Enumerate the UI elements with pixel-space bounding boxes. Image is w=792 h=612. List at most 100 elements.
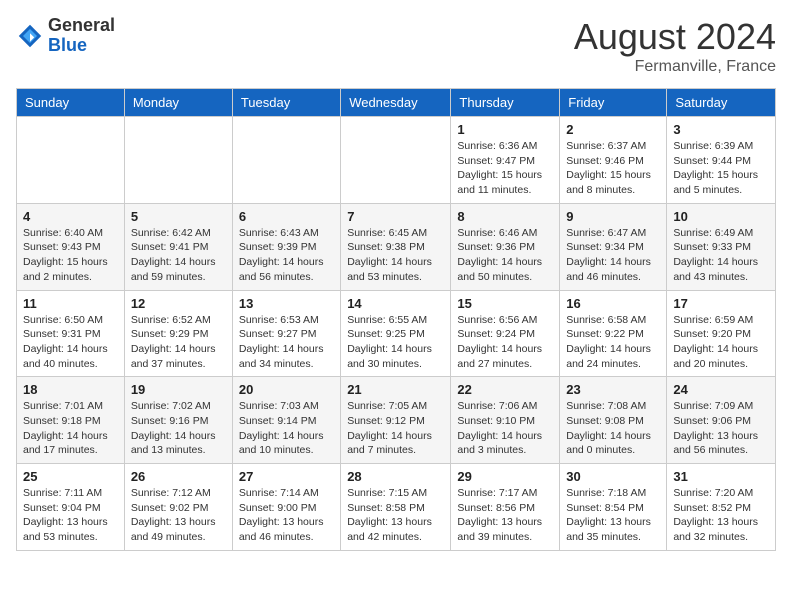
day-info: Sunrise: 7:14 AM Sunset: 9:00 PM Dayligh… (239, 486, 334, 545)
weekday-header: Friday (560, 89, 667, 117)
weekday-header: Thursday (451, 89, 560, 117)
calendar-cell: 19Sunrise: 7:02 AM Sunset: 9:16 PM Dayli… (124, 377, 232, 464)
day-info: Sunrise: 7:03 AM Sunset: 9:14 PM Dayligh… (239, 399, 334, 458)
calendar-cell: 28Sunrise: 7:15 AM Sunset: 8:58 PM Dayli… (341, 464, 451, 551)
day-number: 27 (239, 469, 334, 484)
calendar-cell (124, 117, 232, 204)
day-number: 16 (566, 296, 660, 311)
title-block: August 2024 Fermanville, France (574, 16, 776, 76)
calendar-cell: 2 Sunrise: 6:37 AM Sunset: 9:46 PM Daylig… (560, 117, 667, 204)
calendar-cell (232, 117, 340, 204)
calendar-cell: 14 Sunrise: 6:55 AM Sunset: 9:25 PM Dayli… (341, 290, 451, 377)
day-number: 7 (347, 209, 444, 224)
day-number: 13 (239, 296, 334, 311)
weekday-header-row: SundayMondayTuesdayWednesdayThursdayFrid… (17, 89, 776, 117)
calendar-cell: 22Sunrise: 7:06 AM Sunset: 9:10 PM Dayli… (451, 377, 560, 464)
calendar-cell: 16 Sunrise: 6:58 AM Sunset: 9:22 PM Dayli… (560, 290, 667, 377)
calendar-cell: 8 Sunrise: 6:46 AM Sunset: 9:36 PM Daylig… (451, 203, 560, 290)
month-year: August 2024 (574, 16, 776, 58)
day-info: Sunrise: 7:20 AM Sunset: 8:52 PM Dayligh… (673, 486, 769, 545)
day-info: Sunrise: 7:08 AM Sunset: 9:08 PM Dayligh… (566, 399, 660, 458)
day-number: 1 (457, 122, 553, 137)
calendar-cell: 9Sunrise: 6:47 AM Sunset: 9:34 PM Daylig… (560, 203, 667, 290)
calendar-cell: 21 Sunrise: 7:05 AM Sunset: 9:12 PM Dayli… (341, 377, 451, 464)
day-number: 6 (239, 209, 334, 224)
day-info: Sunrise: 7:05 AM Sunset: 9:12 PM Dayligh… (347, 399, 444, 458)
calendar-cell: 6Sunrise: 6:43 AM Sunset: 9:39 PM Daylig… (232, 203, 340, 290)
weekday-header: Monday (124, 89, 232, 117)
calendar-cell: 25Sunrise: 7:11 AM Sunset: 9:04 PM Dayli… (17, 464, 125, 551)
calendar-week-row: 4 Sunrise: 6:40 AM Sunset: 9:43 PM Daylig… (17, 203, 776, 290)
calendar-cell: 24Sunrise: 7:09 AM Sunset: 9:06 PM Dayli… (667, 377, 776, 464)
day-info: Sunrise: 6:58 AM Sunset: 9:22 PM Dayligh… (566, 313, 660, 372)
logo: General Blue (16, 16, 115, 56)
day-info: Sunrise: 6:40 AM Sunset: 9:43 PM Dayligh… (23, 226, 118, 285)
day-number: 9 (566, 209, 660, 224)
day-info: Sunrise: 7:18 AM Sunset: 8:54 PM Dayligh… (566, 486, 660, 545)
calendar-cell: 31 Sunrise: 7:20 AM Sunset: 8:52 PM Dayli… (667, 464, 776, 551)
day-info: Sunrise: 6:59 AM Sunset: 9:20 PM Dayligh… (673, 313, 769, 372)
day-info: Sunrise: 7:01 AM Sunset: 9:18 PM Dayligh… (23, 399, 118, 458)
weekday-header: Saturday (667, 89, 776, 117)
day-number: 17 (673, 296, 769, 311)
calendar-table: SundayMondayTuesdayWednesdayThursdayFrid… (16, 88, 776, 551)
calendar-cell: 11Sunrise: 6:50 AM Sunset: 9:31 PM Dayli… (17, 290, 125, 377)
calendar-cell (17, 117, 125, 204)
day-number: 15 (457, 296, 553, 311)
day-number: 31 (673, 469, 769, 484)
day-info: Sunrise: 6:36 AM Sunset: 9:47 PM Dayligh… (457, 139, 553, 198)
day-info: Sunrise: 6:52 AM Sunset: 9:29 PM Dayligh… (131, 313, 226, 372)
calendar-cell: 10Sunrise: 6:49 AM Sunset: 9:33 PM Dayli… (667, 203, 776, 290)
weekday-header: Wednesday (341, 89, 451, 117)
calendar-week-row: 25Sunrise: 7:11 AM Sunset: 9:04 PM Dayli… (17, 464, 776, 551)
day-number: 26 (131, 469, 226, 484)
day-info: Sunrise: 6:39 AM Sunset: 9:44 PM Dayligh… (673, 139, 769, 198)
calendar-cell: 26 Sunrise: 7:12 AM Sunset: 9:02 PM Dayli… (124, 464, 232, 551)
day-number: 5 (131, 209, 226, 224)
day-info: Sunrise: 6:55 AM Sunset: 9:25 PM Dayligh… (347, 313, 444, 372)
day-info: Sunrise: 6:45 AM Sunset: 9:38 PM Dayligh… (347, 226, 444, 285)
calendar-cell: 27 Sunrise: 7:14 AM Sunset: 9:00 PM Dayli… (232, 464, 340, 551)
calendar-cell: 23Sunrise: 7:08 AM Sunset: 9:08 PM Dayli… (560, 377, 667, 464)
calendar-cell: 7 Sunrise: 6:45 AM Sunset: 9:38 PM Daylig… (341, 203, 451, 290)
day-info: Sunrise: 6:37 AM Sunset: 9:46 PM Dayligh… (566, 139, 660, 198)
day-info: Sunrise: 6:50 AM Sunset: 9:31 PM Dayligh… (23, 313, 118, 372)
calendar-cell: 12Sunrise: 6:52 AM Sunset: 9:29 PM Dayli… (124, 290, 232, 377)
day-number: 4 (23, 209, 118, 224)
calendar-week-row: 11Sunrise: 6:50 AM Sunset: 9:31 PM Dayli… (17, 290, 776, 377)
calendar-cell: 30 Sunrise: 7:18 AM Sunset: 8:54 PM Dayli… (560, 464, 667, 551)
calendar-cell: 15Sunrise: 6:56 AM Sunset: 9:24 PM Dayli… (451, 290, 560, 377)
calendar-cell (341, 117, 451, 204)
day-info: Sunrise: 6:46 AM Sunset: 9:36 PM Dayligh… (457, 226, 553, 285)
logo-text: General Blue (48, 16, 115, 56)
day-number: 29 (457, 469, 553, 484)
calendar-cell: 17 Sunrise: 6:59 AM Sunset: 9:20 PM Dayli… (667, 290, 776, 377)
weekday-header: Sunday (17, 89, 125, 117)
calendar-cell: 13Sunrise: 6:53 AM Sunset: 9:27 PM Dayli… (232, 290, 340, 377)
day-number: 21 (347, 382, 444, 397)
day-info: Sunrise: 7:17 AM Sunset: 8:56 PM Dayligh… (457, 486, 553, 545)
day-number: 18 (23, 382, 118, 397)
calendar-cell: 20 Sunrise: 7:03 AM Sunset: 9:14 PM Dayli… (232, 377, 340, 464)
calendar-cell: 3 Sunrise: 6:39 AM Sunset: 9:44 PM Daylig… (667, 117, 776, 204)
day-info: Sunrise: 7:09 AM Sunset: 9:06 PM Dayligh… (673, 399, 769, 458)
day-number: 25 (23, 469, 118, 484)
day-info: Sunrise: 7:12 AM Sunset: 9:02 PM Dayligh… (131, 486, 226, 545)
calendar-cell: 1 Sunrise: 6:36 AM Sunset: 9:47 PM Daylig… (451, 117, 560, 204)
day-number: 2 (566, 122, 660, 137)
day-info: Sunrise: 6:42 AM Sunset: 9:41 PM Dayligh… (131, 226, 226, 285)
calendar-cell: 29 Sunrise: 7:17 AM Sunset: 8:56 PM Dayli… (451, 464, 560, 551)
day-number: 22 (457, 382, 553, 397)
day-number: 19 (131, 382, 226, 397)
day-number: 30 (566, 469, 660, 484)
day-number: 3 (673, 122, 769, 137)
page-header: General Blue August 2024 Fermanville, Fr… (16, 16, 776, 76)
day-number: 8 (457, 209, 553, 224)
calendar-cell: 5 Sunrise: 6:42 AM Sunset: 9:41 PM Daylig… (124, 203, 232, 290)
logo-icon (16, 22, 44, 50)
calendar-cell: 4 Sunrise: 6:40 AM Sunset: 9:43 PM Daylig… (17, 203, 125, 290)
day-number: 14 (347, 296, 444, 311)
day-number: 20 (239, 382, 334, 397)
calendar-week-row: 1 Sunrise: 6:36 AM Sunset: 9:47 PM Daylig… (17, 117, 776, 204)
location: Fermanville, France (574, 58, 776, 76)
